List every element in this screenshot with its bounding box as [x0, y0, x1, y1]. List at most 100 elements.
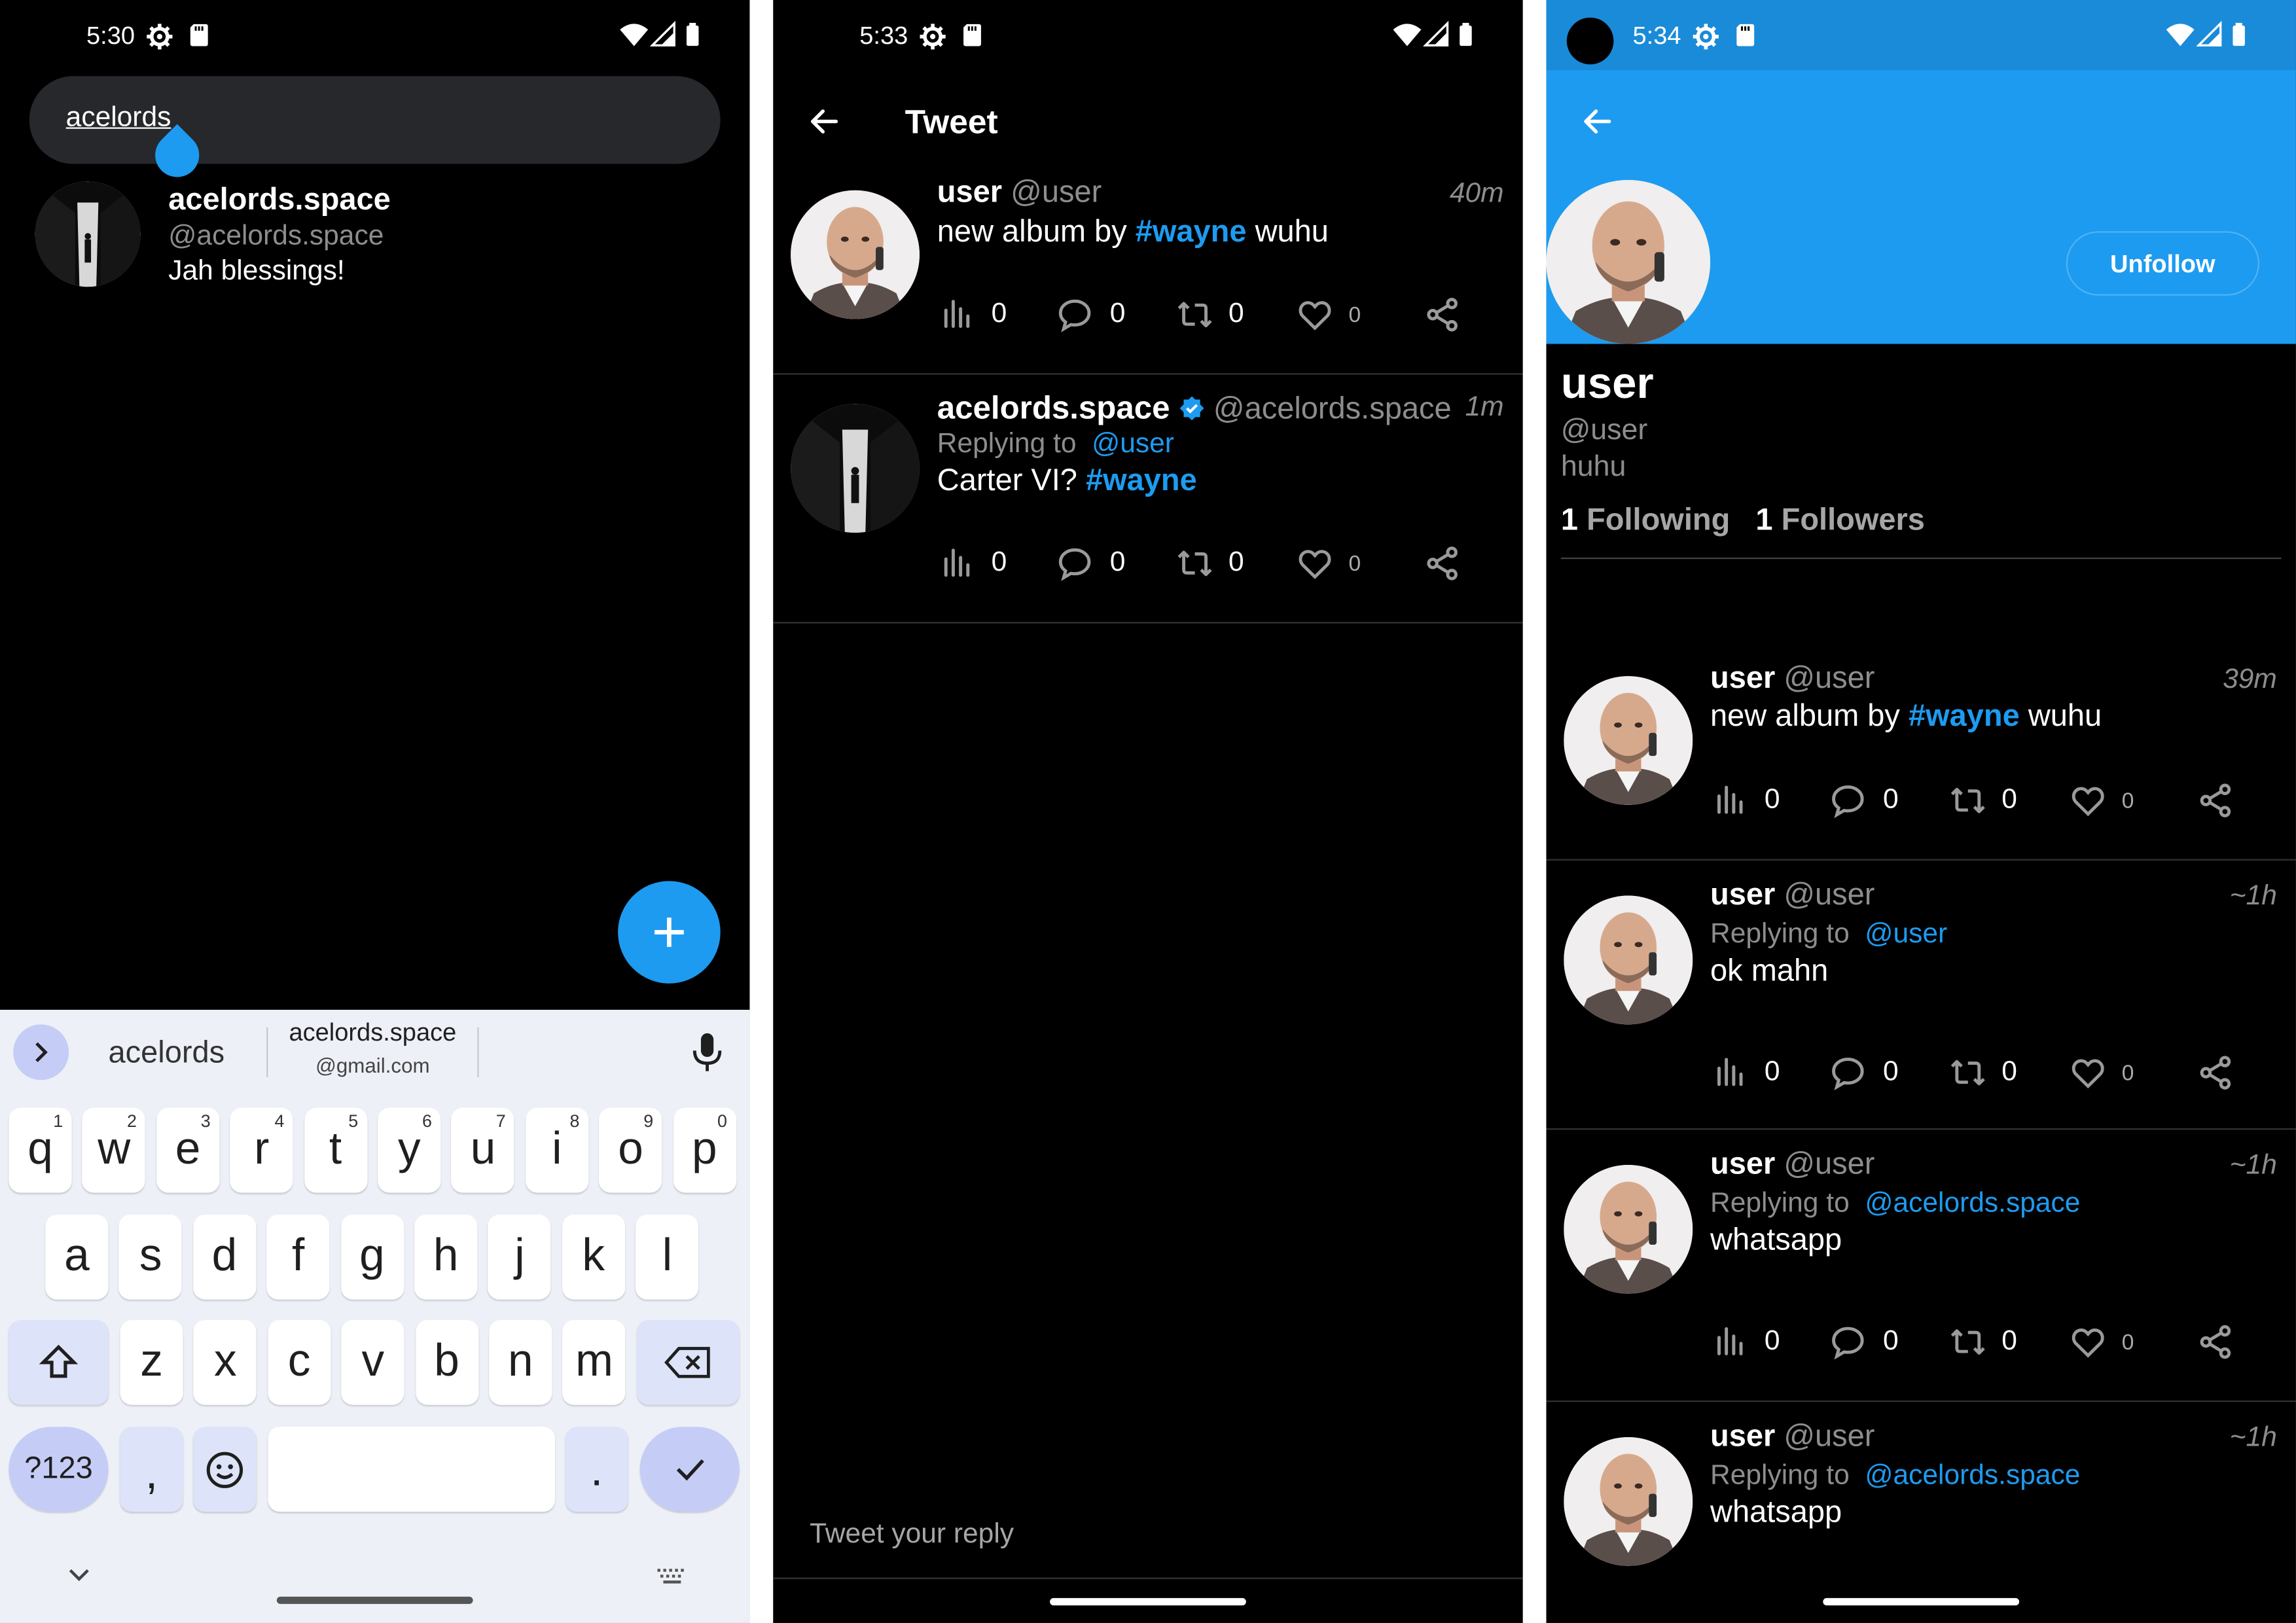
key-i[interactable]: i8 — [525, 1107, 588, 1193]
tweet-avatar[interactable] — [1564, 895, 1693, 1025]
followers-link[interactable]: 1 Followers — [1755, 503, 1925, 539]
retweet-action[interactable]: 0 — [1173, 541, 1261, 582]
key-a[interactable]: a — [45, 1215, 109, 1300]
search-result-item[interactable]: acelords.space @acelords.space Jah bless… — [29, 175, 717, 293]
key-j[interactable]: j — [488, 1215, 552, 1300]
key-k[interactable]: k — [562, 1215, 625, 1300]
key-e[interactable]: e3 — [156, 1107, 220, 1193]
search-screen: 5:30 acelords acelords.space @acelords.s… — [0, 0, 750, 1623]
shift-key[interactable] — [9, 1320, 109, 1405]
key-r[interactable]: r4 — [230, 1107, 293, 1193]
key-l[interactable]: l — [636, 1215, 699, 1300]
tweet-avatar[interactable] — [1564, 676, 1693, 805]
back-arrow-icon[interactable] — [1580, 104, 1615, 139]
comma-key[interactable]: , — [120, 1427, 183, 1512]
key-q[interactable]: q1 — [9, 1107, 72, 1193]
retweet-action[interactable]: 0 — [1946, 1051, 2034, 1092]
like-action[interactable]: 0 — [1295, 293, 1382, 334]
microphone-icon[interactable] — [688, 1032, 726, 1073]
tweet-avatar[interactable] — [1564, 1165, 1693, 1294]
share-action[interactable] — [2197, 1051, 2240, 1092]
views-action[interactable]: 0 — [1713, 779, 1801, 820]
suggestions-expand-button[interactable] — [13, 1024, 69, 1080]
tweet-card[interactable]: acelords.space @acelords.space 1m Replyi… — [773, 374, 1522, 620]
reply-action[interactable]: 0 — [1829, 1051, 1916, 1092]
key-b[interactable]: b — [415, 1320, 478, 1405]
tweet-avatar[interactable] — [791, 404, 920, 533]
keyboard-switch-icon[interactable] — [656, 1567, 688, 1585]
key-v[interactable]: v — [341, 1320, 404, 1405]
hashtag-link[interactable]: #wayne — [1086, 464, 1197, 497]
tweet-avatar[interactable] — [791, 190, 920, 319]
like-action[interactable]: 0 — [2068, 1051, 2155, 1092]
mention-link[interactable]: @acelords.space — [1865, 1188, 2080, 1219]
share-icon — [2197, 1323, 2234, 1361]
back-arrow-icon[interactable] — [807, 104, 842, 139]
key-y[interactable]: y6 — [378, 1107, 441, 1193]
tweet-card[interactable]: user @user 40m new album by #wayne wuhu … — [773, 164, 1522, 373]
mention-link[interactable]: @acelords.space — [1865, 1461, 2080, 1491]
retweet-action[interactable]: 0 — [1946, 1320, 2034, 1361]
tweet-card[interactable]: user @user ~1h Replying to @acelords.space… — [1546, 1402, 2295, 1623]
reply-action[interactable]: 0 — [1056, 293, 1143, 334]
key-z[interactable]: z — [120, 1320, 183, 1405]
key-f[interactable]: f — [266, 1215, 330, 1300]
status-bar: 5:33 — [773, 0, 1522, 70]
following-link[interactable]: 1 Following — [1561, 503, 1730, 539]
status-time: 5:33 — [859, 22, 908, 50]
enter-key[interactable] — [639, 1427, 740, 1512]
tweet-card[interactable]: user @user ~1h Replying to @user ok mahn 0 0 0… — [1546, 861, 2295, 1130]
hide-keyboard-icon[interactable] — [64, 1566, 94, 1586]
hashtag-link[interactable]: #wayne — [1136, 215, 1247, 249]
search-bar[interactable]: acelords — [29, 76, 721, 187]
suggestion-1[interactable]: acelords — [109, 1036, 225, 1071]
views-action[interactable]: 0 — [940, 541, 1028, 582]
key-o[interactable]: o9 — [599, 1107, 662, 1193]
key-n[interactable]: n — [489, 1320, 552, 1405]
like-action[interactable]: 0 — [2068, 779, 2155, 820]
compose-fab[interactable] — [618, 881, 721, 984]
like-action[interactable]: 0 — [2068, 1320, 2155, 1361]
reply-action[interactable]: 0 — [1829, 1320, 1916, 1361]
key-x[interactable]: x — [194, 1320, 257, 1405]
share-action[interactable] — [1424, 541, 1467, 582]
reply-action[interactable]: 0 — [1056, 541, 1143, 582]
symbols-key[interactable]: ?123 — [9, 1427, 109, 1512]
share-action[interactable] — [2197, 779, 2240, 820]
mention-link[interactable]: @user — [1865, 919, 1947, 950]
retweet-action[interactable]: 0 — [1946, 779, 2034, 820]
space-key[interactable] — [268, 1427, 555, 1512]
key-c[interactable]: c — [267, 1320, 331, 1405]
views-action[interactable]: 0 — [1713, 1320, 1801, 1361]
search-input[interactable]: acelords — [66, 103, 171, 135]
key-p[interactable]: p0 — [673, 1107, 736, 1193]
key-m[interactable]: m — [562, 1320, 626, 1405]
views-action[interactable]: 0 — [940, 293, 1028, 334]
key-d[interactable]: d — [192, 1215, 257, 1300]
key-w[interactable]: w2 — [82, 1107, 146, 1193]
hashtag-link[interactable]: #wayne — [1909, 700, 2020, 733]
tweet-card[interactable]: user @user 39m new album by #wayne wuhu 0 0 0… — [1546, 644, 2295, 857]
like-action[interactable]: 0 — [1295, 541, 1382, 582]
emoji-key[interactable] — [193, 1427, 257, 1512]
key-s[interactable]: s — [119, 1215, 183, 1300]
key-h[interactable]: h — [414, 1215, 478, 1300]
suggestion-2[interactable]: acelords.space @gmail.com — [268, 1016, 477, 1083]
profile-avatar[interactable] — [1546, 180, 1711, 344]
key-g[interactable]: g — [340, 1215, 404, 1300]
retweet-action[interactable]: 0 — [1173, 293, 1261, 334]
backspace-key[interactable] — [637, 1320, 740, 1405]
unfollow-button[interactable]: Unfollow — [2066, 231, 2259, 296]
views-action[interactable]: 0 — [1713, 1051, 1801, 1092]
reply-action[interactable]: 0 — [1829, 779, 1916, 820]
mention-link[interactable]: @user — [1092, 429, 1174, 459]
key-u[interactable]: u7 — [451, 1107, 515, 1193]
reply-input[interactable]: Tweet your reply — [773, 1493, 1522, 1578]
period-key[interactable]: . — [565, 1427, 628, 1512]
key-t[interactable]: t5 — [304, 1107, 367, 1193]
tweet-author-name: user — [937, 175, 1003, 209]
tweet-avatar[interactable] — [1564, 1436, 1693, 1566]
share-action[interactable] — [1424, 293, 1467, 334]
tweet-card[interactable]: user @user ~1h Replying to @acelords.space… — [1546, 1130, 2295, 1399]
share-action[interactable] — [2197, 1320, 2240, 1361]
